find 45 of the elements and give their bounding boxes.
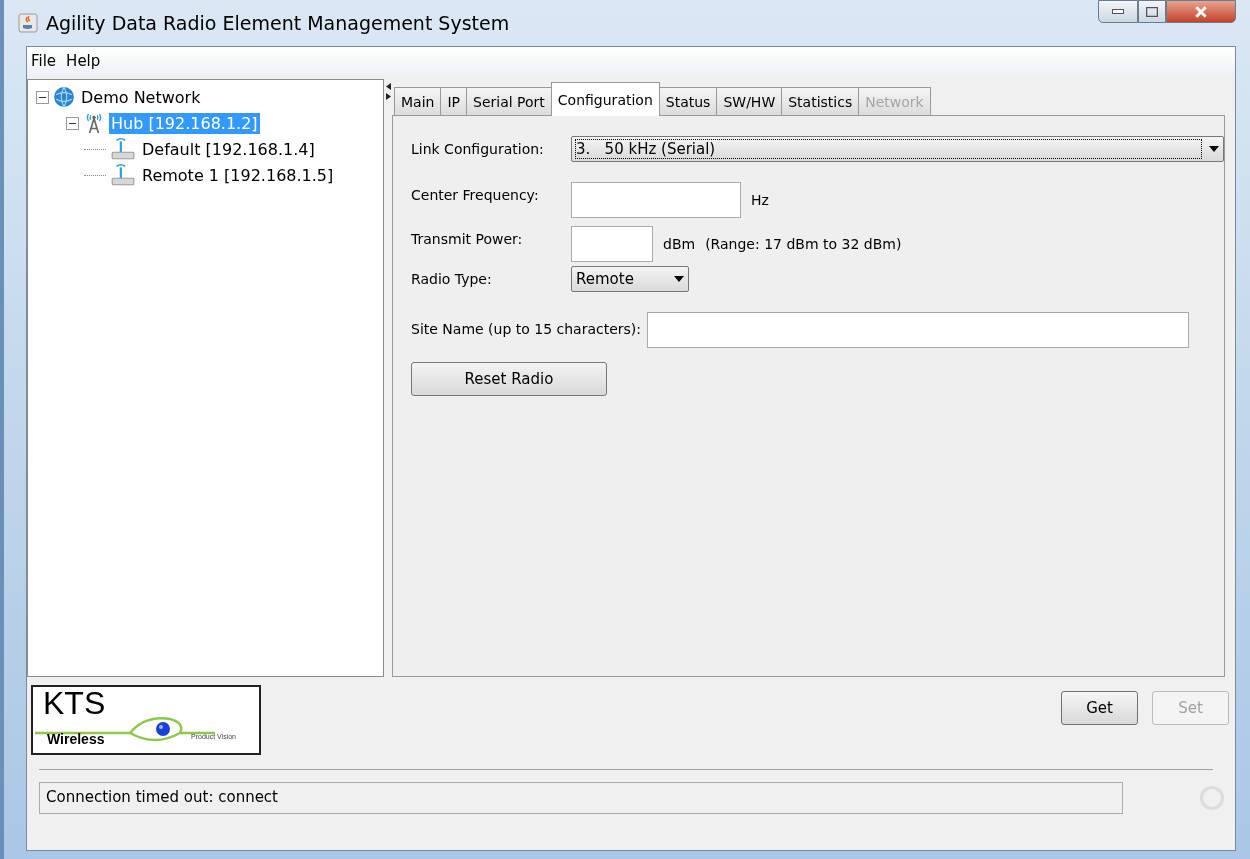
maximize-button[interactable] [1138, 0, 1166, 23]
input-field[interactable] [571, 226, 653, 262]
globe-icon [53, 86, 75, 108]
tree-item[interactable]: Demo Network [79, 86, 203, 108]
menu-item[interactable]: File [31, 52, 57, 70]
tab[interactable]: SW/HW [716, 87, 783, 115]
tab[interactable]: Main [394, 87, 442, 115]
minimize-button[interactable] [1098, 0, 1138, 23]
collapse-toggle-icon[interactable] [66, 116, 79, 130]
tree-connector [84, 174, 106, 176]
menu-item[interactable]: Help [66, 52, 101, 70]
range-note: (Range: 17 dBm to 32 dBm) [705, 235, 902, 252]
tab[interactable]: Status [658, 87, 718, 115]
minimize-icon [1111, 8, 1125, 15]
input-field[interactable] [647, 312, 1190, 348]
tree-item[interactable]: Remote 1 [192.168.1.5] [140, 164, 336, 186]
input-field[interactable] [571, 182, 741, 218]
reset-radio-button[interactable]: Reset Radio [411, 362, 607, 396]
unit-label: dBm [663, 235, 696, 252]
tab[interactable]: Statistics [781, 87, 860, 115]
field-label: Center Frequency: [411, 186, 540, 203]
action-button[interactable]: Get [1061, 691, 1138, 725]
field-label: Link Configuration: [411, 140, 545, 157]
tab[interactable]: Serial Port [466, 87, 552, 115]
close-icon [1194, 5, 1208, 18]
field-label: Radio Type: [411, 270, 493, 287]
radio-device-icon [110, 137, 136, 161]
coffee-cup-icon [18, 13, 38, 33]
tab[interactable]: Configuration [550, 82, 660, 116]
unit-label: Hz [751, 191, 769, 208]
caret-icon [1209, 146, 1219, 152]
status-message: Connection timed out: connect [39, 782, 1123, 814]
tab[interactable]: IP [440, 87, 467, 115]
maximize-icon [1146, 6, 1158, 17]
dropdown[interactable]: 3. 50 kHz (Serial) [571, 136, 1224, 162]
close-button[interactable] [1166, 0, 1236, 23]
dropdown[interactable]: Remote [571, 266, 689, 292]
field-label: Site Name (up to 15 characters): [411, 320, 642, 337]
tree-connector [84, 148, 106, 150]
field-label: Transmit Power: [411, 230, 524, 247]
window-title: Agility Data Radio Element Management System [46, 12, 510, 34]
tree-item[interactable]: Default [192.168.1.4] [140, 138, 317, 160]
radio-device-icon [110, 163, 136, 187]
collapse-toggle-icon[interactable] [36, 90, 49, 104]
caret-icon [674, 276, 684, 282]
